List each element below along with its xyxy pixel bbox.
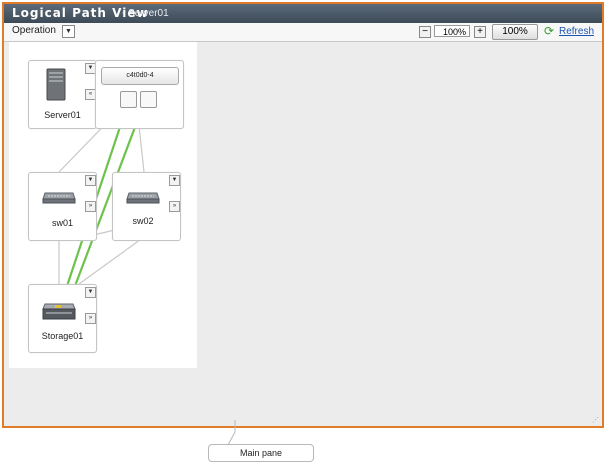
storage-node[interactable]: Storage01 ▼ » — [28, 284, 97, 353]
chevron-down-icon: ▼ — [87, 65, 94, 71]
storage-icon — [42, 303, 76, 320]
sw01-menu-button[interactable]: ▼ — [85, 175, 96, 186]
switch-node-sw01[interactable]: sw01 ▼ » — [28, 172, 97, 241]
chevron-down-icon: ▼ — [171, 177, 178, 183]
collapse-left-icon: « — [88, 91, 93, 97]
refresh-icon[interactable]: ⟳ — [544, 25, 554, 37]
toolbar: Operation ▼ − 100% + 100% ⟳ Refresh — [4, 23, 602, 42]
plus-icon: + — [477, 26, 483, 37]
title-bar: Logical Path View - Server01 — [4, 4, 602, 23]
sw01-expand-button[interactable]: » — [85, 201, 96, 212]
sw02-menu-button[interactable]: ▼ — [169, 175, 180, 186]
server-icon — [46, 68, 66, 101]
logical-path-view-window: Logical Path View - Server01 Operation ▼… — [2, 2, 604, 428]
main-pane-callout: Main pane — [208, 444, 314, 462]
refresh-link[interactable]: Refresh — [559, 26, 594, 37]
window-subtitle: - Server01 — [122, 8, 169, 19]
storage-name: Storage01 — [41, 331, 84, 341]
chevron-down-icon: ▼ — [87, 289, 94, 295]
expand-right-icon: » — [88, 315, 93, 321]
zoom-out-button[interactable]: − — [419, 26, 431, 38]
switch-icon — [126, 192, 160, 204]
chevron-down-icon: ▼ — [65, 28, 72, 35]
hba-port[interactable] — [140, 91, 157, 108]
switch-name-sw02: sw02 — [132, 216, 154, 226]
connection-line — [78, 236, 145, 285]
zoom-reset-button[interactable]: 100% — [492, 24, 538, 40]
chevron-down-icon: ▼ — [87, 177, 94, 183]
main-pane-canvas[interactable]: Server01 ▼ « c4t0d0-4 sw01 ▼ » sw02 ▼ » … — [9, 42, 197, 368]
expand-right-icon: » — [172, 203, 177, 209]
sw02-expand-button[interactable]: » — [169, 201, 180, 212]
expand-right-icon: » — [88, 203, 93, 209]
zoom-in-button[interactable]: + — [474, 26, 486, 38]
resize-grip-icon[interactable]: ⋰ — [592, 416, 599, 424]
operation-dropdown[interactable]: ▼ — [62, 25, 75, 38]
server-node[interactable]: Server01 ▼ « — [28, 60, 97, 129]
switch-icon — [42, 192, 76, 204]
callout-pointer — [227, 420, 236, 446]
hba-port[interactable] — [120, 91, 137, 108]
hba-label[interactable]: c4t0d0-4 — [101, 67, 179, 85]
switch-name-sw01: sw01 — [51, 218, 73, 228]
zoom-level-field[interactable]: 100% — [434, 25, 470, 37]
operation-label: Operation — [12, 25, 56, 36]
server-name: Server01 — [44, 110, 81, 120]
storage-menu-button[interactable]: ▼ — [85, 287, 96, 298]
switch-node-sw02[interactable]: sw02 ▼ » — [112, 172, 181, 241]
storage-expand-button[interactable]: » — [85, 313, 96, 324]
minus-icon: − — [422, 26, 428, 37]
